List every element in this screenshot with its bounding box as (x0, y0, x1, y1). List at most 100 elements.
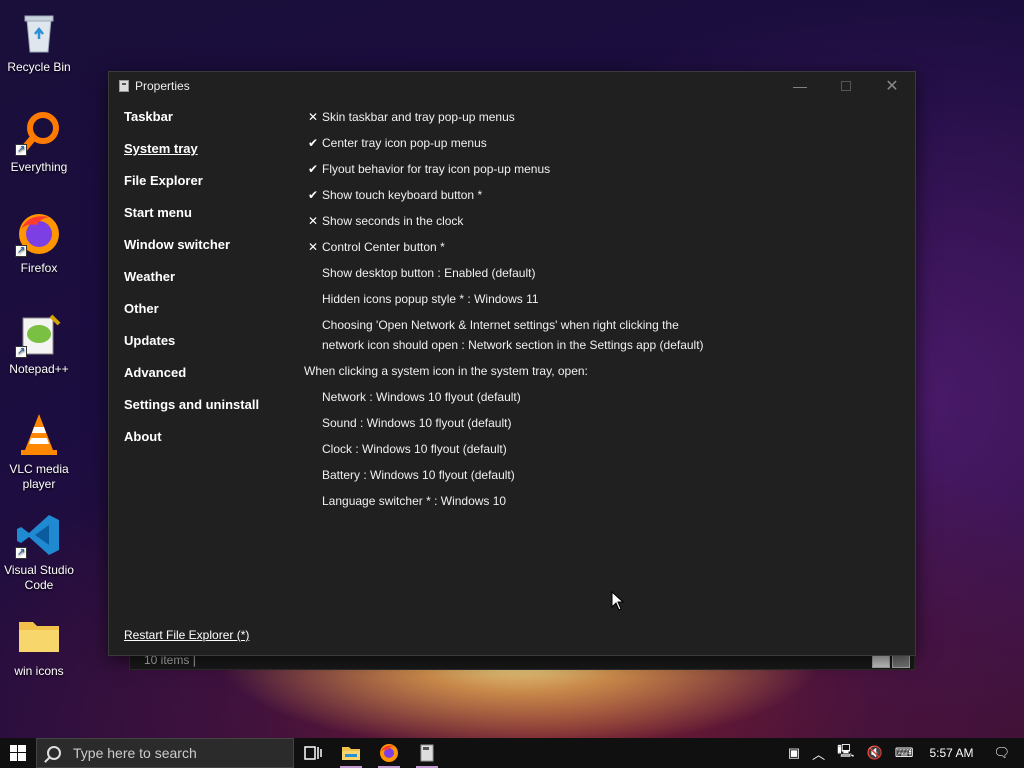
properties-app-icon (420, 744, 434, 762)
option-label: Choosing 'Open Network & Internet settin… (322, 318, 704, 352)
system-tray-settings: ✕ Skin taskbar and tray pop-up menus ✔ C… (304, 104, 904, 514)
window-title: Properties (135, 79, 190, 93)
taskbar-file-explorer[interactable] (332, 738, 370, 768)
desktop-icon-label: Notepad++ (9, 362, 69, 376)
start-button[interactable] (0, 738, 36, 768)
option-center-menus[interactable]: ✔ Center tray icon pop-up menus (304, 130, 904, 156)
desktop-icon-firefox[interactable]: Firefox (2, 209, 76, 276)
network-icon[interactable]: 🖳 (837, 742, 854, 764)
firefox-icon (380, 744, 398, 762)
chevron-up-icon[interactable]: ︿ (812, 744, 825, 763)
close-button[interactable]: ✕ (869, 72, 915, 100)
title-bar[interactable]: Properties — ✕ (109, 72, 915, 100)
taskbar-properties[interactable] (408, 738, 446, 768)
taskbar-clock[interactable]: 5:57 AM (929, 746, 973, 760)
nav-item-advanced[interactable]: Advanced (124, 364, 259, 396)
unchecked-x-icon: ✕ (307, 214, 319, 228)
everything-search-icon (15, 108, 63, 157)
properties-window: Properties — ✕ Taskbar System tray File … (108, 71, 916, 656)
option-label: Flyout behavior for tray icon pop-up men… (322, 162, 551, 176)
app-icon (119, 80, 129, 92)
desktop-icon-label: VLC media player (9, 462, 69, 491)
taskbar-search-box[interactable]: Type here to search (36, 738, 294, 768)
checkmark-icon: ✔ (307, 136, 319, 150)
nav-item-updates[interactable]: Updates (124, 332, 259, 364)
option-clock-flyout[interactable]: Clock : Windows 10 flyout (default) (304, 436, 904, 462)
recycle-bin-icon (15, 8, 63, 56)
option-network-flyout[interactable]: Network : Windows 10 flyout (default) (304, 384, 904, 410)
option-label: Show seconds in the clock (322, 214, 464, 228)
desktop-icon-label: Recycle Bin (7, 60, 71, 74)
notepad-plus-plus-icon (15, 310, 63, 359)
unchecked-x-icon: ✕ (307, 110, 319, 124)
vscode-icon (15, 511, 63, 560)
maximize-button[interactable] (823, 72, 869, 100)
desktop-icon-label: win icons (14, 664, 64, 678)
nav-item-start-menu[interactable]: Start menu (124, 204, 259, 236)
nav-item-other[interactable]: Other (124, 300, 259, 332)
option-touch-keyboard[interactable]: ✔ Show touch keyboard button * (304, 182, 904, 208)
option-show-seconds[interactable]: ✕ Show seconds in the clock (304, 208, 904, 234)
minimize-button[interactable]: — (777, 72, 823, 100)
system-tray: ▣ ︿ 🖳 🔇 ⌨ 5:57 AM 🗨 (782, 738, 1024, 768)
desktop-icon-recycle-bin[interactable]: Recycle Bin (2, 8, 76, 75)
option-label: Network : Windows 10 flyout (default) (322, 390, 521, 404)
option-label: Sound : Windows 10 flyout (default) (322, 416, 512, 430)
desktop-icon-notepadpp[interactable]: Notepad++ (2, 310, 76, 377)
desktop-icon-vlc[interactable]: VLC media player (2, 410, 76, 492)
option-label: Hidden icons popup style * : Windows 11 (322, 292, 539, 306)
option-show-desktop[interactable]: Show desktop button : Enabled (default) (304, 260, 904, 286)
settings-nav: Taskbar System tray File Explorer Start … (124, 108, 259, 460)
task-view-icon (304, 746, 322, 760)
desktop-icon-label: Visual Studio Code (4, 563, 74, 592)
nav-item-file-explorer[interactable]: File Explorer (124, 172, 259, 204)
option-sound-flyout[interactable]: Sound : Windows 10 flyout (default) (304, 410, 904, 436)
nav-item-window-switcher[interactable]: Window switcher (124, 236, 259, 268)
option-label: Show desktop button : Enabled (default) (322, 266, 536, 280)
unchecked-x-icon: ✕ (307, 240, 319, 254)
taskbar-firefox[interactable] (370, 738, 408, 768)
firefox-icon (15, 209, 63, 258)
checkmark-icon: ✔ (307, 162, 319, 176)
file-explorer-icon (342, 747, 360, 760)
option-control-center[interactable]: ✕ Control Center button * (304, 234, 904, 260)
nav-item-weather[interactable]: Weather (124, 268, 259, 300)
option-language-switcher[interactable]: Language switcher * : Windows 10 (304, 488, 904, 514)
desktop-icon-win-icons[interactable]: win icons (2, 612, 76, 679)
option-label: Battery : Windows 10 flyout (default) (322, 468, 515, 482)
desktop-icon-label: Everything (10, 160, 68, 174)
option-label: Language switcher * : Windows 10 (322, 494, 507, 508)
restart-file-explorer-link[interactable]: Restart File Explorer (*) (124, 628, 249, 642)
option-label: Center tray icon pop-up menus (322, 136, 487, 150)
nav-item-about[interactable]: About (124, 428, 259, 460)
option-label: Skin taskbar and tray pop-up menus (322, 110, 515, 124)
maximize-icon (841, 81, 851, 91)
mouse-cursor-icon (611, 591, 625, 611)
folder-icon (15, 612, 63, 660)
shortcut-arrow-icon (15, 243, 27, 258)
nav-item-settings-and-uninstall[interactable]: Settings and uninstall (124, 396, 259, 428)
desktop-icon-label: Firefox (20, 261, 58, 275)
windows-logo-icon (10, 745, 26, 761)
nav-item-system-tray[interactable]: System tray (124, 140, 259, 172)
shortcut-arrow-icon (15, 344, 27, 359)
desktop-icon-everything[interactable]: Everything (2, 108, 76, 175)
usb-device-icon[interactable]: ▣ (788, 745, 800, 761)
volume-muted-icon[interactable]: 🔇 (867, 745, 883, 761)
notification-center-icon[interactable]: 🗨 (993, 745, 1010, 761)
option-hidden-icons-style[interactable]: Hidden icons popup style * : Windows 11 (304, 286, 904, 312)
nav-item-taskbar[interactable]: Taskbar (124, 108, 259, 140)
option-battery-flyout[interactable]: Battery : Windows 10 flyout (default) (304, 462, 904, 488)
shortcut-arrow-icon (15, 142, 27, 157)
task-view-button[interactable] (294, 738, 332, 768)
search-placeholder: Type here to search (73, 745, 197, 761)
option-label: Clock : Windows 10 flyout (default) (322, 442, 507, 456)
option-label: Control Center button * (322, 240, 445, 254)
checkmark-icon: ✔ (307, 188, 319, 202)
option-skin-menus[interactable]: ✕ Skin taskbar and tray pop-up menus (304, 104, 904, 130)
option-flyout-behavior[interactable]: ✔ Flyout behavior for tray icon pop-up m… (304, 156, 904, 182)
desktop-icon-vscode[interactable]: Visual Studio Code (2, 511, 76, 593)
option-network-settings-target[interactable]: Choosing 'Open Network & Internet settin… (304, 312, 904, 358)
shortcut-arrow-icon (15, 545, 27, 560)
keyboard-icon[interactable]: ⌨ (895, 745, 914, 761)
